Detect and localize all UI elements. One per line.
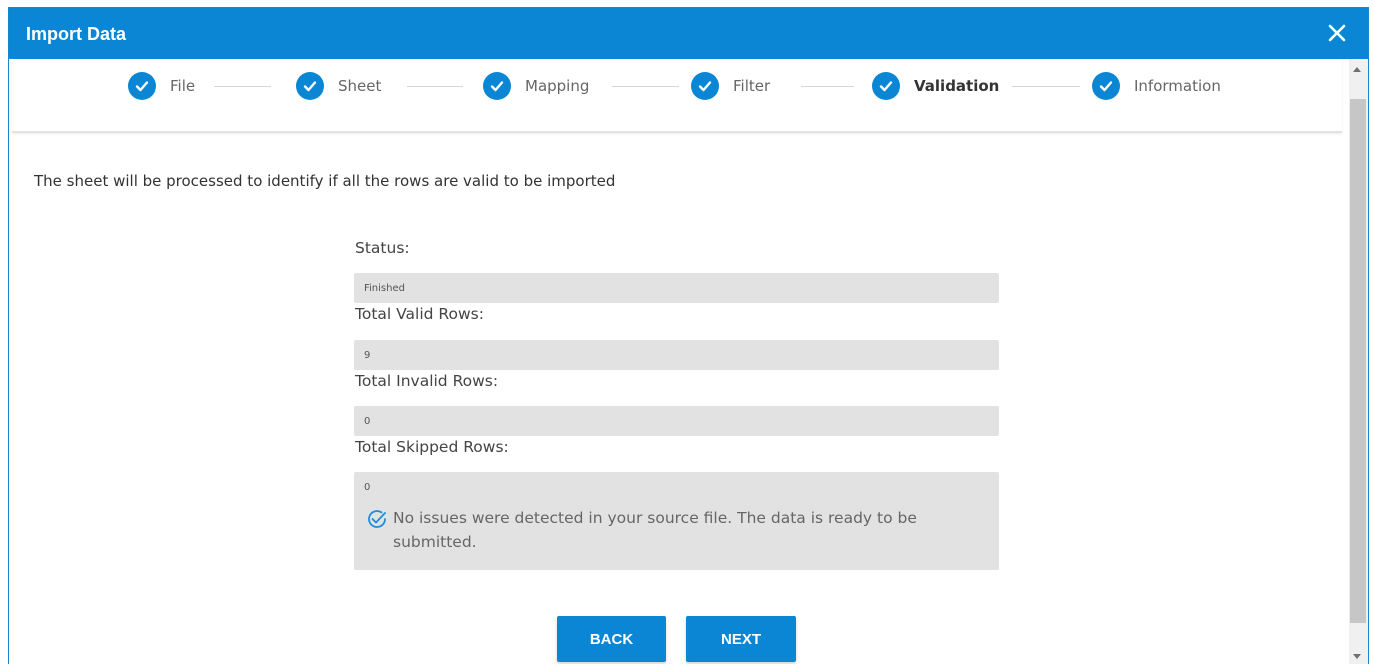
check-icon: [128, 72, 156, 100]
status-value: Finished: [364, 283, 405, 294]
step-label: Information: [1134, 77, 1221, 95]
check-circle-icon: [366, 508, 388, 530]
step-filter[interactable]: Filter: [691, 71, 770, 101]
import-data-dialog: Import Data File Sheet Mapping Filter Va…: [8, 7, 1369, 664]
valid-rows-field: 9: [354, 340, 999, 370]
step-mapping[interactable]: Mapping: [483, 71, 589, 101]
skipped-rows-label: Total Skipped Rows:: [355, 438, 509, 456]
step-connector: [801, 86, 854, 87]
dialog-title: Import Data: [26, 24, 127, 44]
step-label: Sheet: [338, 77, 382, 95]
validation-notice: No issues were detected in your source f…: [354, 496, 999, 570]
skipped-rows-value: 0: [364, 482, 371, 493]
step-connector: [1012, 86, 1080, 87]
check-icon: [483, 72, 511, 100]
step-connector: [214, 86, 271, 87]
check-icon: [1092, 72, 1120, 100]
status-field: Finished: [354, 273, 999, 303]
close-icon[interactable]: [1324, 20, 1350, 46]
invalid-rows-value: 0: [364, 416, 371, 427]
check-icon: [296, 72, 324, 100]
scrollbar-thumb[interactable]: [1350, 99, 1366, 623]
wizard-stepper: File Sheet Mapping Filter Validation Inf…: [12, 59, 1342, 133]
step-label: Validation: [914, 77, 1000, 95]
step-information[interactable]: Information: [1092, 71, 1221, 101]
scroll-up-icon[interactable]: [1353, 67, 1361, 72]
check-icon: [872, 72, 900, 100]
status-label: Status:: [355, 239, 410, 257]
next-button[interactable]: NEXT: [686, 616, 796, 662]
step-label: Filter: [733, 77, 771, 95]
step-connector: [612, 86, 679, 87]
dialog-content: File Sheet Mapping Filter Validation Inf…: [9, 59, 1350, 664]
back-button[interactable]: BACK: [557, 616, 666, 662]
step-connector: [407, 86, 463, 87]
invalid-rows-label: Total Invalid Rows:: [355, 372, 499, 390]
step-validation[interactable]: Validation: [872, 71, 999, 101]
scroll-down-icon[interactable]: [1353, 654, 1361, 659]
invalid-rows-field: 0: [354, 406, 999, 436]
intro-text: The sheet will be processed to identify …: [34, 172, 616, 190]
check-icon: [691, 72, 719, 100]
dialog-titlebar: Import Data: [9, 8, 1368, 59]
step-label: Mapping: [525, 77, 590, 95]
notice-text: No issues were detected in your source f…: [393, 509, 917, 551]
step-label: File: [170, 77, 196, 95]
valid-rows-label: Total Valid Rows:: [355, 305, 484, 323]
vertical-scrollbar[interactable]: [1349, 59, 1368, 664]
valid-rows-value: 9: [364, 350, 371, 361]
step-file[interactable]: File: [128, 71, 195, 101]
step-sheet[interactable]: Sheet: [296, 71, 381, 101]
